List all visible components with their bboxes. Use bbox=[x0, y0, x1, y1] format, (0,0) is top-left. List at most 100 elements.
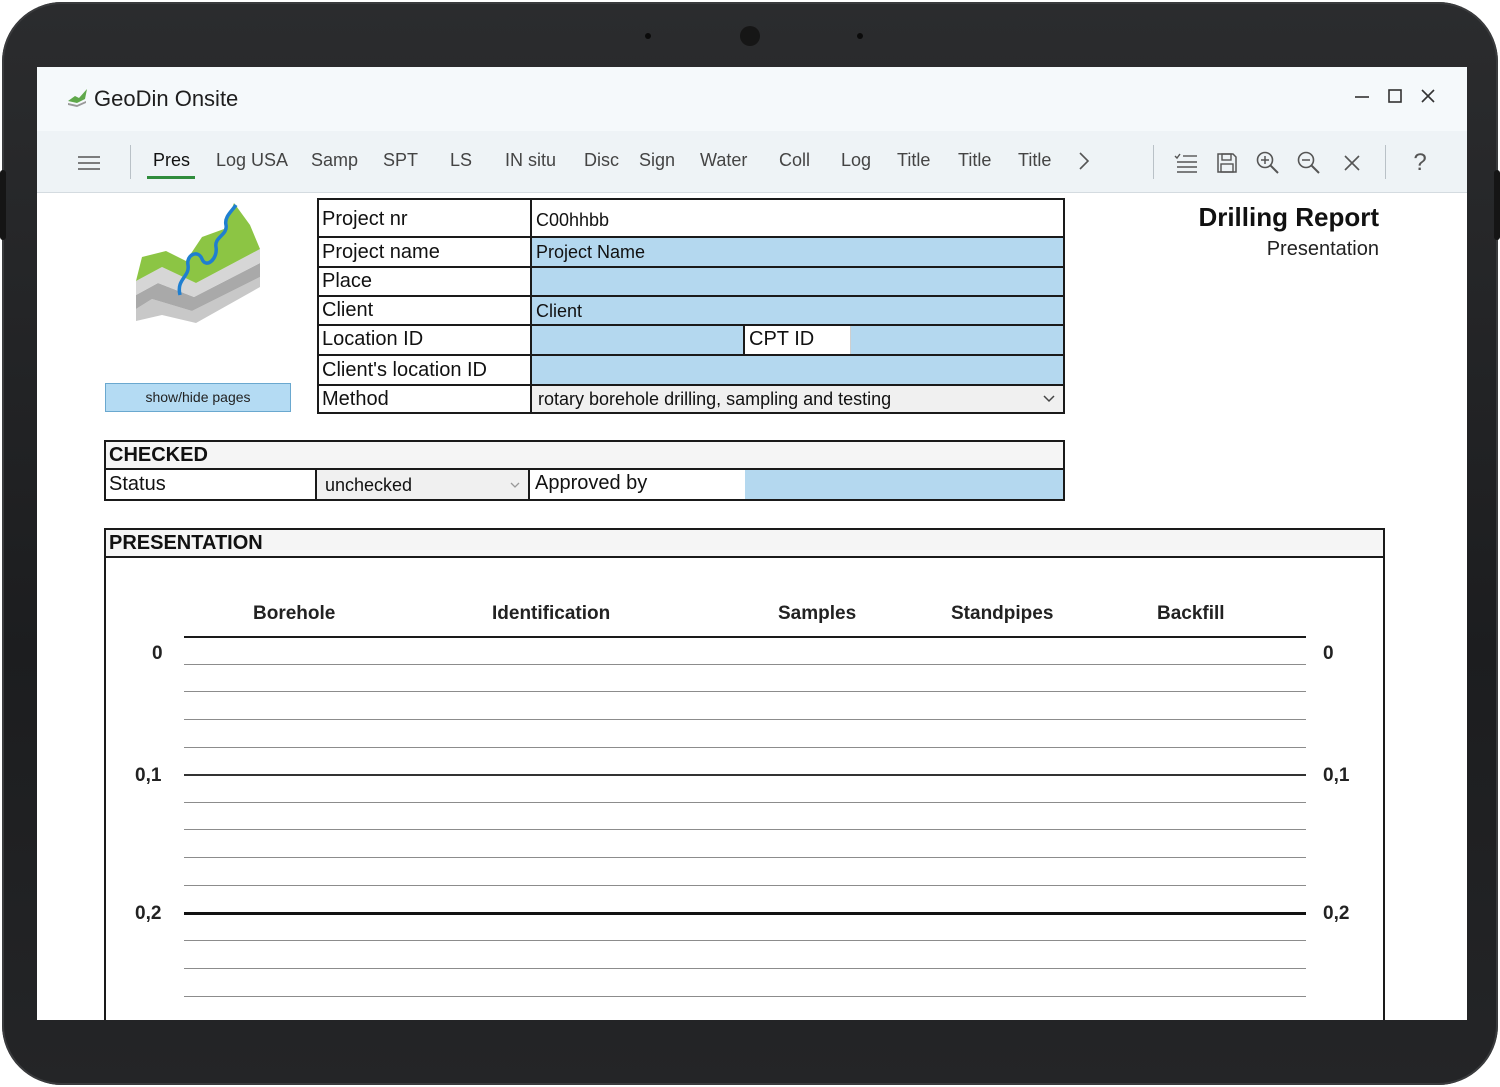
cpt-id-field[interactable] bbox=[851, 326, 1063, 354]
app-window: GeoDin Onsite Pres Log USA Samp SPT LS I… bbox=[37, 67, 1467, 1020]
tabs-more-button[interactable] bbox=[1077, 150, 1091, 178]
depth-label-right: 0,1 bbox=[1323, 765, 1350, 786]
toolbar-divider bbox=[1153, 145, 1154, 179]
side-button bbox=[1494, 170, 1500, 240]
sensor-dot bbox=[645, 33, 651, 39]
project-nr-label: Project nr bbox=[319, 200, 532, 236]
tab-sign[interactable]: Sign bbox=[639, 150, 675, 178]
depth-gridline bbox=[184, 940, 1306, 941]
depth-gridline bbox=[184, 664, 1306, 665]
maximize-button[interactable] bbox=[1381, 85, 1409, 113]
location-id-row: Location ID CPT ID bbox=[319, 326, 1063, 356]
method-label: Method bbox=[319, 386, 532, 412]
column-borehole: Borehole bbox=[253, 603, 336, 624]
column-identification: Identification bbox=[492, 603, 611, 624]
report-subtitle: Presentation bbox=[1266, 238, 1379, 260]
hamburger-icon bbox=[78, 156, 100, 170]
depth-gridline bbox=[184, 857, 1306, 858]
side-button bbox=[0, 170, 6, 240]
status-select-value: unchecked bbox=[325, 475, 413, 495]
tab-coll[interactable]: Coll bbox=[779, 150, 810, 178]
app-title: GeoDin Onsite bbox=[94, 86, 239, 111]
tab-pres[interactable]: Pres bbox=[153, 150, 190, 178]
depth-label-right: 0 bbox=[1323, 643, 1334, 664]
project-name-field[interactable]: Project Name bbox=[532, 238, 1063, 266]
tab-title-2[interactable]: Title bbox=[958, 150, 991, 178]
maximize-icon bbox=[1388, 89, 1402, 103]
depth-gridline bbox=[184, 691, 1306, 692]
depth-label-left: 0,1 bbox=[135, 765, 162, 786]
minimize-button[interactable] bbox=[1348, 85, 1376, 113]
active-tab-indicator bbox=[147, 176, 195, 179]
tab-water[interactable]: Water bbox=[700, 150, 747, 178]
geodin-logo-icon bbox=[68, 89, 87, 107]
approved-by-label: Approved by bbox=[535, 472, 648, 494]
approved-by-field[interactable] bbox=[745, 470, 1063, 499]
location-id-field[interactable] bbox=[532, 326, 745, 354]
checked-section: CHECKED Status unchecked Approved by bbox=[104, 440, 1065, 501]
method-row: Method rotary borehole drilling, samplin… bbox=[319, 386, 1063, 412]
presentation-heading: PRESENTATION bbox=[106, 530, 1383, 558]
depth-gridline-major bbox=[184, 912, 1306, 915]
status-label: Status bbox=[106, 470, 317, 499]
depth-gridline bbox=[184, 968, 1306, 969]
project-name-row: Project name Project Name bbox=[319, 238, 1063, 268]
close-icon bbox=[1421, 89, 1435, 103]
clients-location-id-row: Client's location ID bbox=[319, 356, 1063, 386]
tab-log-usa[interactable]: Log USA bbox=[216, 150, 288, 178]
column-backfill: Backfill bbox=[1157, 603, 1225, 624]
depth-scale-top-line bbox=[184, 636, 1306, 638]
zoom-in-icon bbox=[1256, 151, 1279, 174]
tab-spt[interactable]: SPT bbox=[383, 150, 418, 178]
place-row: Place bbox=[319, 268, 1063, 297]
depth-gridline bbox=[184, 885, 1306, 886]
tab-title-1[interactable]: Title bbox=[897, 150, 930, 178]
cpt-id-label: CPT ID bbox=[746, 326, 851, 354]
save-button[interactable] bbox=[1212, 148, 1242, 178]
list-view-button[interactable] bbox=[1171, 148, 1201, 178]
help-button[interactable]: ? bbox=[1405, 148, 1435, 178]
tab-log[interactable]: Log bbox=[841, 150, 871, 178]
method-select[interactable]: rotary borehole drilling, sampling and t… bbox=[532, 386, 1063, 412]
tab-title-3[interactable]: Title bbox=[1018, 150, 1051, 178]
save-icon bbox=[1217, 153, 1237, 173]
zoom-in-button[interactable] bbox=[1253, 148, 1283, 178]
depth-gridline bbox=[184, 802, 1306, 803]
zoom-out-icon bbox=[1297, 151, 1320, 174]
chevron-down-icon bbox=[1043, 395, 1055, 403]
project-nr-row: Project nr C00hhbb bbox=[319, 200, 1063, 238]
depth-gridline bbox=[184, 829, 1306, 830]
depth-gridline bbox=[184, 719, 1306, 720]
depth-label-right: 0,2 bbox=[1323, 903, 1350, 924]
chevron-down-icon bbox=[510, 482, 520, 488]
report-title: Drilling Report bbox=[1198, 202, 1379, 232]
toolbar: Pres Log USA Samp SPT LS IN situ Disc Si… bbox=[37, 131, 1467, 193]
zoom-out-button[interactable] bbox=[1294, 148, 1324, 178]
client-label: Client bbox=[319, 297, 532, 324]
toolbar-divider bbox=[130, 145, 131, 179]
place-label: Place bbox=[319, 268, 532, 295]
tab-disc[interactable]: Disc bbox=[584, 150, 619, 178]
clients-location-id-field[interactable] bbox=[532, 356, 1063, 384]
geodin-map-logo-icon bbox=[136, 203, 260, 323]
location-id-label: Location ID bbox=[319, 326, 532, 354]
project-name-label: Project name bbox=[319, 238, 532, 266]
close-window-button[interactable] bbox=[1414, 85, 1442, 113]
toolbar-divider bbox=[1385, 145, 1386, 179]
tab-samp[interactable]: Samp bbox=[311, 150, 358, 178]
tab-ls[interactable]: LS bbox=[450, 150, 472, 178]
project-info-table: Project nr C00hhbb Project name Project … bbox=[317, 198, 1065, 414]
title-bar: GeoDin Onsite bbox=[37, 67, 1467, 131]
menu-button[interactable] bbox=[74, 148, 104, 178]
tab-in-situ[interactable]: IN situ bbox=[505, 150, 556, 178]
project-nr-field[interactable]: C00hhbb bbox=[532, 200, 1063, 236]
place-field[interactable] bbox=[532, 268, 1063, 295]
client-field[interactable]: Client bbox=[532, 297, 1063, 324]
close-icon bbox=[1344, 155, 1360, 171]
status-select[interactable]: unchecked bbox=[317, 470, 530, 499]
checked-heading: CHECKED bbox=[106, 442, 1063, 470]
method-select-value: rotary borehole drilling, sampling and t… bbox=[538, 389, 892, 409]
close-document-button[interactable] bbox=[1337, 148, 1367, 178]
show-hide-pages-button[interactable]: show/hide pages bbox=[105, 383, 291, 412]
depth-gridline bbox=[184, 747, 1306, 748]
